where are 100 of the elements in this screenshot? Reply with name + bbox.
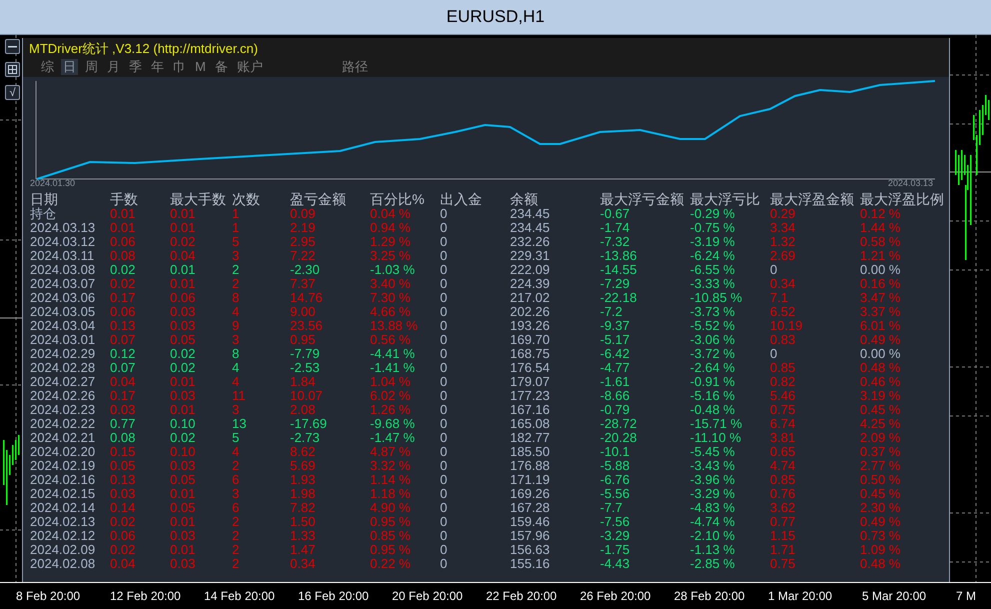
- table-cell-text: 8: [232, 347, 240, 361]
- table-cell-text: 0: [440, 235, 448, 249]
- table-cell-text: 3.34: [770, 221, 796, 235]
- table-cell-text: 4.87 %: [370, 445, 412, 459]
- table-cell-text: 4: [232, 375, 240, 389]
- table-cell-text: 0.75: [770, 557, 796, 571]
- table-cell-text: 2024.02.29: [30, 347, 96, 361]
- table-cell-text: 10.19: [770, 319, 804, 333]
- table-cell-text: 234.45: [510, 207, 551, 221]
- tab[interactable]: 日: [61, 59, 78, 75]
- table-cell-text: 9: [232, 319, 240, 333]
- table-cell-text: 2024.03.01: [30, 333, 96, 347]
- tab[interactable]: 巾: [171, 59, 188, 75]
- table-cell-text: 0.07: [110, 333, 136, 347]
- table-cell-text: 0.73 %: [860, 529, 902, 543]
- tab[interactable]: 周: [83, 59, 100, 75]
- table-cell-text: 1.15: [770, 529, 796, 543]
- table-cell-text: 2: [232, 529, 240, 543]
- tab[interactable]: 年: [149, 59, 166, 75]
- table-cell-text: 0.04 %: [370, 207, 412, 221]
- table-cell-text: 0.45 %: [860, 487, 902, 501]
- table-cell-text: 4.74: [770, 459, 796, 473]
- start-date-label: 2024.01.30: [30, 178, 76, 188]
- table-cell-text: -17.69: [290, 417, 328, 431]
- table-cell-text: 14.76: [290, 291, 324, 305]
- table-cell-text: 0.06: [110, 235, 136, 249]
- table-cell-text: 0.76: [770, 487, 796, 501]
- table-cell-text: 5: [232, 235, 240, 249]
- table-cell-text: -4.74 %: [690, 515, 736, 529]
- table-cell-text: 5.69: [290, 459, 316, 473]
- table-cell-text: 0.49 %: [860, 515, 902, 529]
- tab[interactable]: M: [193, 59, 208, 75]
- table-cell-text: 0.95: [290, 333, 316, 347]
- table-cell-text: -0.48 %: [690, 403, 736, 417]
- time-axis-label: 1 Mar 20:00: [768, 588, 834, 605]
- table-cell-text: 0.01: [170, 221, 196, 235]
- table-cell-text: 2024.02.12: [30, 529, 96, 543]
- table-cell-text: 0.04: [110, 375, 136, 389]
- check-button[interactable]: √: [5, 85, 20, 100]
- table-cell-text: 0: [440, 389, 448, 403]
- table-cell-text: 0.00 %: [860, 263, 902, 277]
- tab[interactable]: 备: [212, 59, 230, 75]
- table-cell-text: 217.02: [510, 291, 551, 305]
- table-cell-text: 0.01: [110, 207, 136, 221]
- table-cell-text: 0.34: [290, 557, 316, 571]
- column-header: 日期: [30, 191, 59, 207]
- table-cell-text: -3.33 %: [690, 277, 736, 291]
- table-cell-text: 0.05: [170, 333, 196, 347]
- time-axis-label: 20 Feb 20:00: [392, 588, 464, 605]
- table-cell-text: 179.07: [510, 375, 551, 389]
- table-cell-text: 6: [232, 501, 240, 515]
- table-cell-text: 0: [440, 319, 448, 333]
- table-cell-text: 0: [440, 375, 448, 389]
- table-cell-text: 2024.03.06: [30, 291, 96, 305]
- tab[interactable]: 月: [105, 59, 122, 75]
- table-cell-text: 1.98: [290, 487, 316, 501]
- table-cell-text: 2024.02.20: [30, 445, 96, 459]
- table-cell-text: 0: [440, 249, 448, 263]
- table-cell-text: 0: [440, 515, 448, 529]
- table-cell-text: 3.25 %: [370, 249, 412, 263]
- table-cell-text: 0: [770, 347, 778, 361]
- table-cell-text: 0.22 %: [370, 557, 412, 571]
- minimize-button[interactable]: [5, 39, 20, 54]
- table-cell-text: 0: [440, 403, 448, 417]
- time-axis-label: 26 Feb 20:00: [580, 588, 652, 605]
- table-cell-text: 1.93: [290, 473, 316, 487]
- table-cell-text: -10.1: [600, 445, 631, 459]
- tab[interactable]: 综: [39, 59, 56, 75]
- table-cell-text: 0.04: [110, 557, 136, 571]
- table-cell-text: 224.39: [510, 277, 551, 291]
- tab[interactable]: 季: [127, 59, 144, 75]
- table-cell-text: -6.42: [600, 347, 631, 361]
- table-cell-text: 169.70: [510, 333, 551, 347]
- table-cell-text: 0.03: [170, 529, 196, 543]
- table-cell-text: 持仓: [30, 207, 57, 221]
- table-cell-text: 0.17: [110, 291, 136, 305]
- table-cell-text: 0.77: [770, 515, 796, 529]
- table-cell-text: -9.37: [600, 319, 631, 333]
- table-cell-text: 9.00: [290, 305, 316, 319]
- time-axis-label: 5 Mar 20:00: [862, 588, 928, 605]
- table-cell-text: 1.29 %: [370, 235, 412, 249]
- tab[interactable]: 账户: [234, 59, 265, 75]
- table-cell-text: -11.10 %: [690, 431, 742, 445]
- table-cell-text: 2024.02.13: [30, 515, 96, 529]
- table-cell-text: 234.45: [510, 221, 551, 235]
- table-cell-text: 0.10: [170, 417, 196, 431]
- table-cell-text: 1: [232, 207, 240, 221]
- tab[interactable]: 路径: [340, 59, 370, 75]
- grid-button[interactable]: [5, 62, 20, 77]
- table-cell-text: -2.10 %: [690, 529, 736, 543]
- table-cell-text: 2024.03.08: [30, 263, 96, 277]
- table-cell-text: 0.04: [170, 249, 196, 263]
- table-cell-text: 0: [440, 417, 448, 431]
- table-cell-text: 2024.02.22: [30, 417, 96, 431]
- table-cell-text: 0.02: [170, 361, 196, 375]
- table-cell-text: 229.31: [510, 249, 551, 263]
- table-cell-text: 0.12 %: [860, 207, 902, 221]
- table-cell-text: 0.83: [770, 333, 796, 347]
- table-cell-text: 2: [232, 557, 240, 571]
- table-cell-text: 0: [440, 487, 448, 501]
